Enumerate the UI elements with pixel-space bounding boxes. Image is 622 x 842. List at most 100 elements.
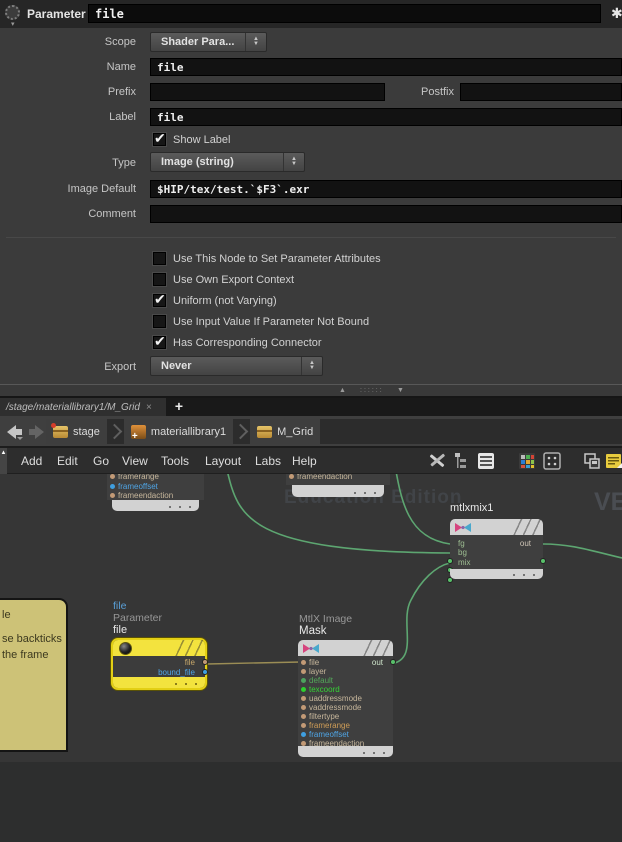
node-mask[interactable]: file layer default texcoord uaddressmode…	[298, 640, 393, 757]
new-tab-button[interactable]: +	[170, 398, 188, 416]
checkbox-label: Use Own Export Context	[173, 273, 294, 287]
parameter-form: Scope Shader Para... ▲▼ Name Prefix Post…	[0, 28, 622, 384]
tab-stage-materiallibrary1-mgrid[interactable]: /stage/materiallibrary1/M_Grid ×	[0, 398, 166, 416]
snippet-note-icon[interactable]	[605, 452, 622, 470]
checkbox-use-own-export-context[interactable]	[153, 273, 166, 286]
node-topcenter[interactable]: frameendaction	[286, 474, 390, 497]
sticky-line: le	[2, 609, 11, 621]
checkbox-label: Use Input Value If Parameter Not Bound	[173, 315, 369, 329]
overlapping-windows-icon[interactable]	[583, 452, 601, 470]
export-dropdown[interactable]: Never ▲▼	[150, 356, 323, 376]
mgrid-icon	[257, 426, 272, 438]
parameter-name-header-input[interactable]	[88, 4, 601, 23]
paramnode-type: Parameter	[113, 612, 162, 624]
divider-down-icon[interactable]: ▼	[397, 387, 404, 394]
type-dropdown[interactable]: Image (string) ▲▼	[150, 152, 305, 172]
export-label: Export	[0, 358, 136, 377]
name-input[interactable]	[150, 58, 622, 76]
menu-scroll-arrow-icon[interactable]: ▲	[0, 448, 7, 474]
tree-hierarchy-icon[interactable]	[454, 452, 472, 470]
checkbox-has-connector[interactable]: ✔	[153, 336, 166, 349]
checkbox-use-input-value[interactable]	[153, 315, 166, 328]
parameter-sphere-icon	[119, 642, 132, 655]
gear-icon[interactable]	[5, 5, 20, 20]
checkbox-set-parameter-attributes[interactable]	[153, 252, 166, 265]
back-arrow-icon[interactable]	[6, 424, 24, 442]
tab-bar: /stage/materiallibrary1/M_Grid × +	[0, 398, 622, 416]
close-icon[interactable]: ×	[146, 402, 152, 413]
spinner-icon[interactable]: ▲▼	[245, 33, 266, 51]
output-out-dot[interactable]	[540, 558, 546, 564]
node-parameter-file[interactable]: file bound_file	[111, 638, 207, 690]
comment-label: Comment	[0, 205, 136, 224]
scope-label: Scope	[0, 33, 136, 52]
output-file-dot[interactable]	[202, 659, 208, 665]
divider-handle[interactable]: ::::::	[360, 387, 384, 394]
mtlxmix-title: mtlxmix1	[450, 502, 493, 514]
color-palette-grid-icon[interactable]	[518, 452, 536, 470]
show-label-checkbox[interactable]: ✔	[153, 133, 166, 146]
type-value: Image (string)	[151, 156, 283, 168]
forward-arrow-icon[interactable]	[27, 424, 45, 442]
list-view-icon[interactable]	[477, 452, 495, 470]
node-stripes	[363, 640, 391, 656]
menu-bar: ▲ Add Edit Go View Tools Layout Labs Hel…	[0, 448, 622, 474]
checkbox-label: Use This Node to Set Parameter Attribute…	[173, 252, 381, 266]
pane-divider[interactable]: ▲ :::::: ▼	[0, 384, 622, 398]
divider-up-icon[interactable]: ▲	[339, 387, 346, 394]
output-bound-file-dot[interactable]	[202, 669, 208, 675]
wire-mix-out	[543, 544, 622, 558]
chevron-right-icon	[233, 424, 249, 440]
export-value: Never	[151, 360, 301, 372]
node-mtlxmix1[interactable]: fg bg mix out	[450, 519, 543, 579]
menu-layout[interactable]: Layout	[196, 448, 250, 474]
tools-wrench-icon[interactable]	[428, 452, 446, 470]
breadcrumb-mgrid[interactable]: M_Grid	[250, 419, 320, 444]
chevron-right-icon	[107, 424, 123, 440]
chevron-down-icon[interactable]: ▾	[11, 20, 15, 28]
type-label: Type	[0, 154, 136, 173]
menu-help[interactable]: Help	[283, 448, 326, 474]
show-label-text: Show Label	[173, 133, 231, 147]
output-out-dot[interactable]	[390, 659, 396, 665]
menu-tools[interactable]: Tools	[152, 448, 198, 474]
wire-to-fg	[394, 474, 450, 544]
postfix-label: Postfix	[354, 83, 454, 102]
menu-edit[interactable]: Edit	[48, 448, 87, 474]
network-editor[interactable]: Education Edition VE framerange frameoff…	[0, 474, 622, 842]
mix-icon	[454, 522, 472, 533]
menu-view[interactable]: View	[113, 448, 157, 474]
wire-mask-to-mix	[391, 563, 450, 664]
check-icon: ✔	[154, 333, 166, 350]
prefix-label: Prefix	[0, 83, 136, 102]
spinner-icon[interactable]: ▲▼	[283, 153, 304, 171]
name-label: Name	[0, 58, 136, 77]
asterisk-icon[interactable]: ✱	[611, 5, 622, 22]
parameter-titlebar: ▾ Parameter ✱	[0, 0, 622, 29]
breadcrumb-stage[interactable]: stage	[46, 419, 107, 444]
label-input[interactable]	[150, 108, 622, 126]
image-icon	[302, 643, 320, 654]
node-topleft[interactable]: framerange frameoffset frameendaction	[107, 474, 204, 511]
materiallibrary-icon	[131, 425, 146, 439]
dotted-grid-icon[interactable]	[543, 452, 561, 470]
menu-add[interactable]: Add	[12, 448, 51, 474]
separator	[6, 237, 616, 238]
tab-label: /stage/materiallibrary1/M_Grid	[0, 402, 140, 413]
spinner-icon[interactable]: ▲▼	[301, 357, 322, 375]
postfix-input[interactable]	[460, 83, 622, 101]
masknode-name: Mask	[299, 625, 326, 637]
checkbox-uniform[interactable]: ✔	[153, 294, 166, 307]
stage-icon	[53, 426, 68, 438]
comment-input[interactable]	[150, 205, 622, 223]
breadcrumb-materiallibrary1[interactable]: materiallibrary1	[124, 419, 233, 444]
image-default-label: Image Default	[0, 180, 136, 199]
breadcrumb-label: materiallibrary1	[151, 426, 226, 438]
scope-dropdown[interactable]: Shader Para... ▲▼	[150, 32, 267, 52]
input-fg-dot[interactable]	[447, 558, 453, 564]
prefix-input[interactable]	[150, 83, 385, 101]
breadcrumb: stage materiallibrary1 M_Grid	[46, 419, 622, 444]
image-default-input[interactable]	[150, 180, 622, 198]
sticky-note[interactable]: le se backticks the frame	[0, 598, 68, 752]
sticky-line: the frame	[2, 649, 48, 661]
